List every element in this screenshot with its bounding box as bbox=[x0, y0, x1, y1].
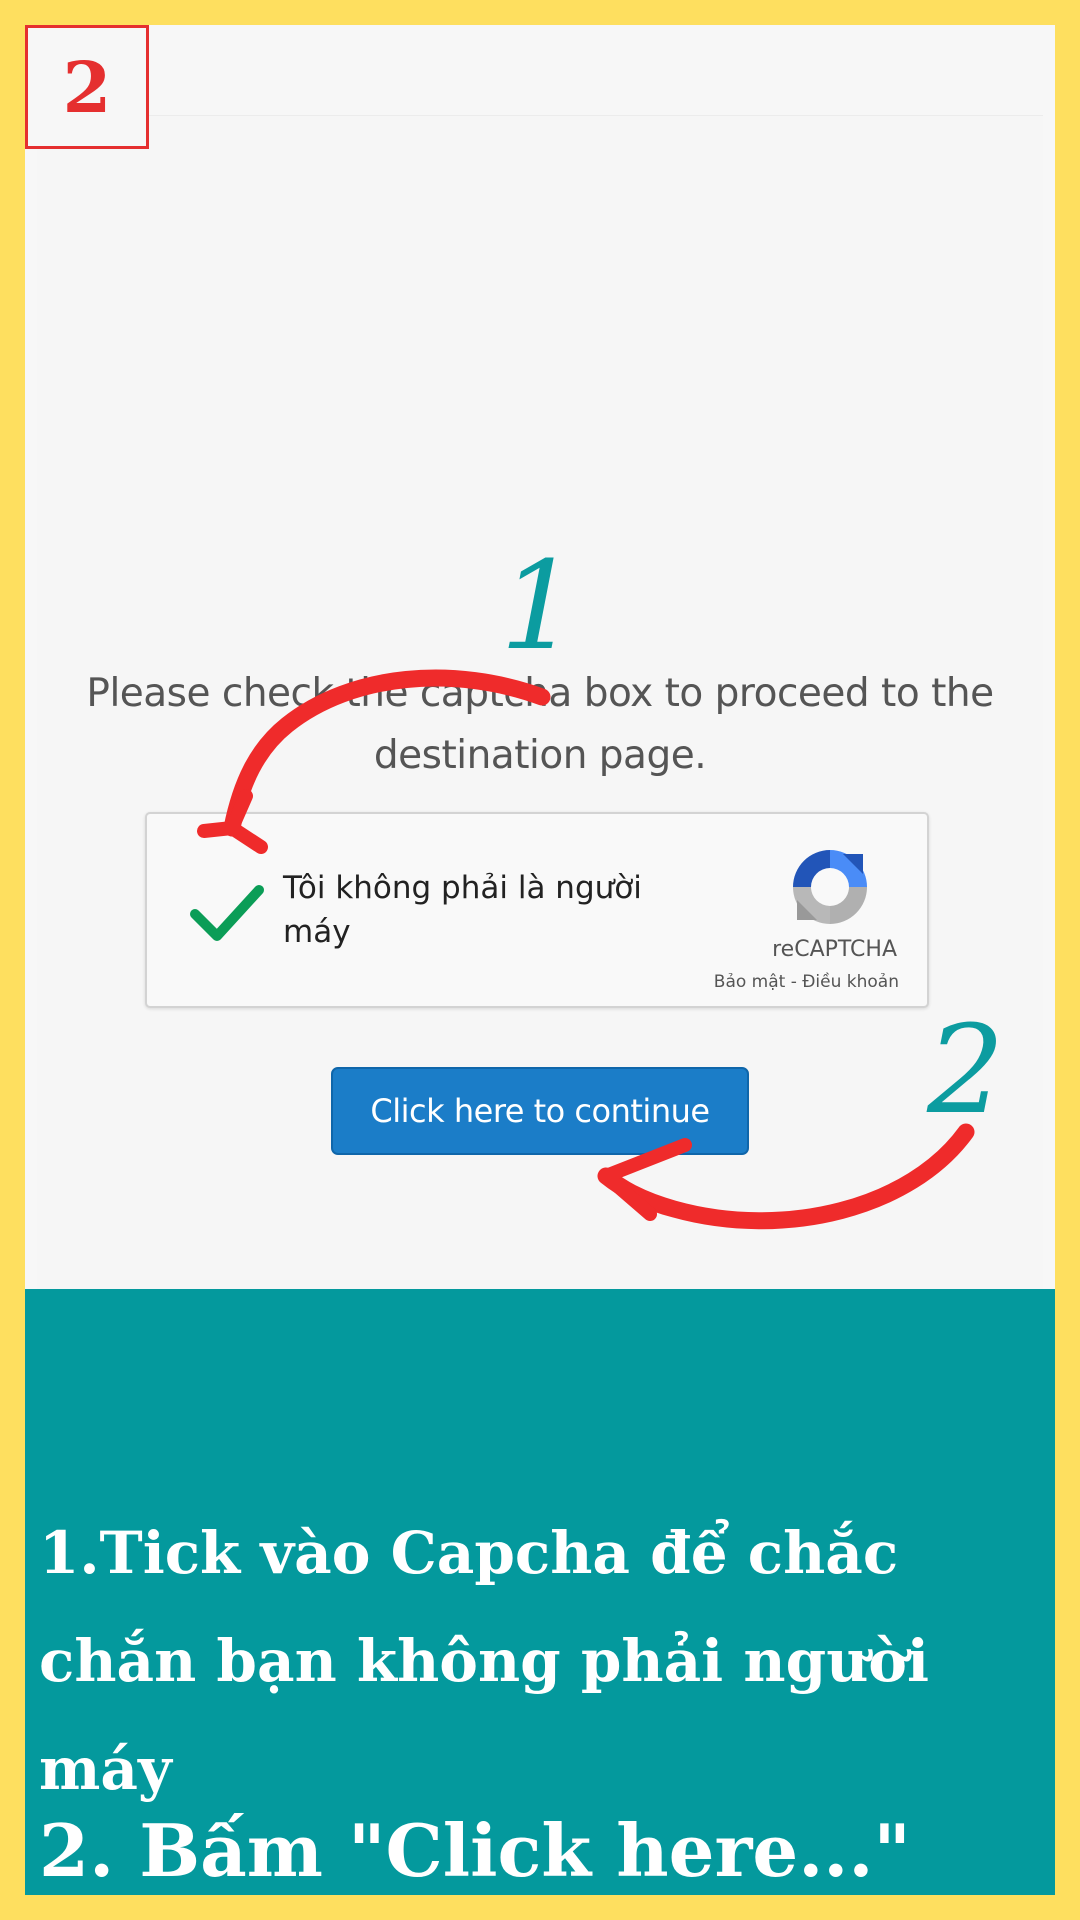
tutorial-card: 2 Please check the captcha box to procee… bbox=[25, 25, 1055, 1895]
recaptcha-privacy-terms-links[interactable]: Bảo mật - Điều khoản bbox=[714, 972, 899, 992]
captcha-instruction-text: Please check the captcha box to proceed … bbox=[86, 671, 994, 778]
check-icon[interactable] bbox=[187, 872, 267, 952]
captcha-page-screenshot: 2 Please check the captcha box to procee… bbox=[25, 25, 1055, 1290]
step-number-badge: 2 bbox=[25, 25, 149, 149]
instruction-panel: 1.Tick vào Capcha để chắc chắn bạn không… bbox=[25, 1289, 1055, 1895]
recaptcha-label: Tôi không phải là người máy bbox=[283, 870, 642, 950]
recaptcha-brand-text: reCAPTCHA bbox=[772, 937, 897, 962]
recaptcha-logo-icon bbox=[793, 850, 867, 924]
instruction-step-two: 2. Bấm "Click here..." bbox=[39, 1808, 911, 1893]
recaptcha-widget[interactable]: Tôi không phải là người máy reCAPTCHA Bả… bbox=[145, 812, 929, 1008]
click-here-to-continue-button[interactable]: Click here to continue bbox=[331, 1067, 749, 1155]
instruction-step-one: 1.Tick vào Capcha để chắc chắn bạn không… bbox=[39, 1519, 930, 1803]
annotation-step-one-number: 1 bbox=[500, 535, 578, 677]
annotation-step-two-number: 2 bbox=[927, 999, 1005, 1141]
